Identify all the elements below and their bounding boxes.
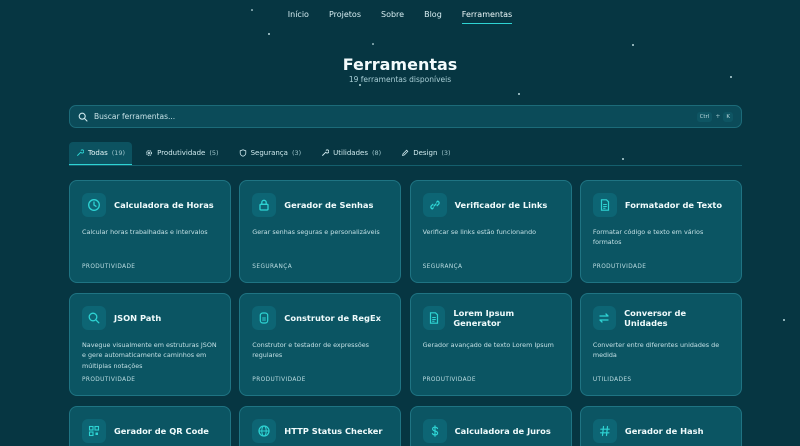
nav-link-sobre[interactable]: Sobre xyxy=(381,10,404,24)
tool-title: Verificador de Links xyxy=(454,200,548,210)
nav-link-inicio[interactable]: Início xyxy=(288,10,309,24)
tab-design[interactable]: Design (3) xyxy=(394,142,457,165)
tool-title: Gerador de Senhas xyxy=(284,200,374,210)
wrench-icon xyxy=(76,148,84,157)
tool-description: Calcular horas trabalhadas e intervalos xyxy=(82,228,208,236)
tab-utilidades[interactable]: Utilidades (8) xyxy=(314,142,388,165)
tool-card-json-path[interactable]: JSON Path Navegue visualmente em estrutu… xyxy=(69,293,231,396)
tool-category: PRODUTIVIDADE xyxy=(252,377,306,383)
tool-count-subtitle: 19 ferramentas disponíveis xyxy=(348,75,452,84)
tab-todas[interactable]: Todas (19) xyxy=(69,141,133,165)
shortcut-k-key: K xyxy=(723,111,733,122)
wrench-icon xyxy=(321,149,330,157)
shield-icon xyxy=(239,149,247,157)
tool-category: PRODUTIVIDADE xyxy=(422,377,476,383)
tab-count: (8) xyxy=(372,149,382,157)
tool-title: Construtor de RegEx xyxy=(284,313,381,323)
tab-count: (3) xyxy=(441,149,451,157)
document-icon xyxy=(592,193,617,217)
nav-link-ferramentas[interactable]: Ferramentas xyxy=(461,10,513,24)
tool-description: Gerar senhas seguras e personalizáveis xyxy=(252,228,380,236)
tool-card-conversor-de-unidades[interactable]: Conversor de Unidades Converter entre di… xyxy=(579,293,742,396)
tool-description: Construtor e testador de expressões regu… xyxy=(252,341,370,360)
tool-card-lorem-ipsum-generator[interactable]: Lorem Ipsum Generator Gerador avançado d… xyxy=(409,293,572,396)
tool-card-formatador-de-texto[interactable]: Formatador de Texto Formatar código e te… xyxy=(579,180,742,283)
pencil-icon xyxy=(401,149,409,157)
top-navigation: Início Projetos Sobre Blog Ferramentas xyxy=(0,10,800,24)
shortcut-plus: + xyxy=(715,113,721,120)
search-bar: Ctrl + K xyxy=(69,105,742,128)
tool-category: UTILIDADES xyxy=(592,377,632,383)
tool-title: JSON Path xyxy=(114,313,162,323)
swap-icon xyxy=(592,306,617,330)
tab-label: Design xyxy=(413,149,438,157)
tab-label: Segurança xyxy=(250,149,288,157)
search-icon xyxy=(78,112,88,122)
tool-category: PRODUTIVIDADE xyxy=(592,264,647,270)
category-tabs: Todas (19) Produtividade (5) Segurança (… xyxy=(69,141,742,166)
globe-icon xyxy=(252,419,277,443)
tool-card-http-status-checker[interactable]: HTTP Status Checker xyxy=(239,406,402,446)
tool-category: SEGURANÇA xyxy=(252,264,293,270)
tool-card-gerador-de-senhas[interactable]: Gerador de Senhas Gerar senhas seguras e… xyxy=(239,180,402,283)
tab-produtividade[interactable]: Produtividade (5) xyxy=(138,142,225,165)
keyboard-shortcut-hint: Ctrl + K xyxy=(696,111,733,122)
tool-title: Gerador de QR Code xyxy=(114,426,209,436)
tool-description: Converter entre diferentes unidades de m… xyxy=(592,341,720,360)
tool-card-gerador-de-hash[interactable]: Gerador de Hash xyxy=(579,406,742,446)
tab-seguranca[interactable]: Segurança (3) xyxy=(232,142,309,165)
tool-description: Verificar se links estão funcionando xyxy=(422,228,537,236)
tool-card-calculadora-de-juros[interactable]: Calculadora de Juros xyxy=(409,406,572,446)
tool-title: Conversor de Unidades xyxy=(624,308,687,328)
tab-label: Todas xyxy=(88,148,108,157)
tool-category: PRODUTIVIDADE xyxy=(82,377,136,383)
tool-title: Calculadora de Horas xyxy=(114,200,214,210)
tool-description: Navegue visualmente em estruturas JSON e… xyxy=(82,341,217,370)
tab-count: (3) xyxy=(291,149,302,157)
tool-title: Lorem Ipsum Generator xyxy=(453,308,515,328)
tool-description: Gerador avançado de texto Lorem Ipsum xyxy=(422,341,554,349)
nav-link-projetos[interactable]: Projetos xyxy=(329,10,361,24)
shortcut-ctrl-key: Ctrl xyxy=(696,111,713,122)
tool-card-gerador-de-qr-code[interactable]: Gerador de QR Code xyxy=(69,406,231,446)
tool-card-calculadora-de-horas[interactable]: Calculadora de Horas Calcular horas trab… xyxy=(69,180,231,283)
qr-code-icon xyxy=(82,419,106,443)
gear-icon xyxy=(145,149,153,157)
regex-icon xyxy=(252,306,277,330)
tool-card-verificador-de-links[interactable]: Verificador de Links Verificar se links … xyxy=(409,180,572,283)
tool-category: PRODUTIVIDADE xyxy=(82,264,136,270)
tool-title: Formatador de Texto xyxy=(624,200,723,210)
tab-count: (19) xyxy=(111,148,126,157)
clock-icon xyxy=(82,193,106,217)
hash-icon xyxy=(592,419,617,443)
lock-icon xyxy=(252,193,277,217)
tool-category: SEGURANÇA xyxy=(422,264,463,270)
tool-title: Gerador de Hash xyxy=(624,426,704,436)
link-icon xyxy=(422,193,447,217)
nav-link-blog[interactable]: Blog xyxy=(424,10,442,24)
search-input[interactable] xyxy=(94,112,697,121)
search-icon xyxy=(82,306,106,330)
tool-card-construtor-de-regex[interactable]: Construtor de RegEx Construtor e testado… xyxy=(239,293,402,396)
document-icon xyxy=(422,306,446,330)
tools-grid: Calculadora de Horas Calcular horas trab… xyxy=(69,180,742,446)
tab-label: Produtividade xyxy=(157,149,206,157)
tool-title: HTTP Status Checker xyxy=(284,426,383,436)
dollar-icon xyxy=(422,419,447,443)
tool-description: Formatar código e texto em vários format… xyxy=(592,228,704,247)
tool-title: Calculadora de Juros xyxy=(454,426,551,436)
tab-count: (5) xyxy=(209,149,219,157)
tab-label: Utilidades xyxy=(333,149,368,157)
page-title: Ferramentas xyxy=(342,55,458,74)
